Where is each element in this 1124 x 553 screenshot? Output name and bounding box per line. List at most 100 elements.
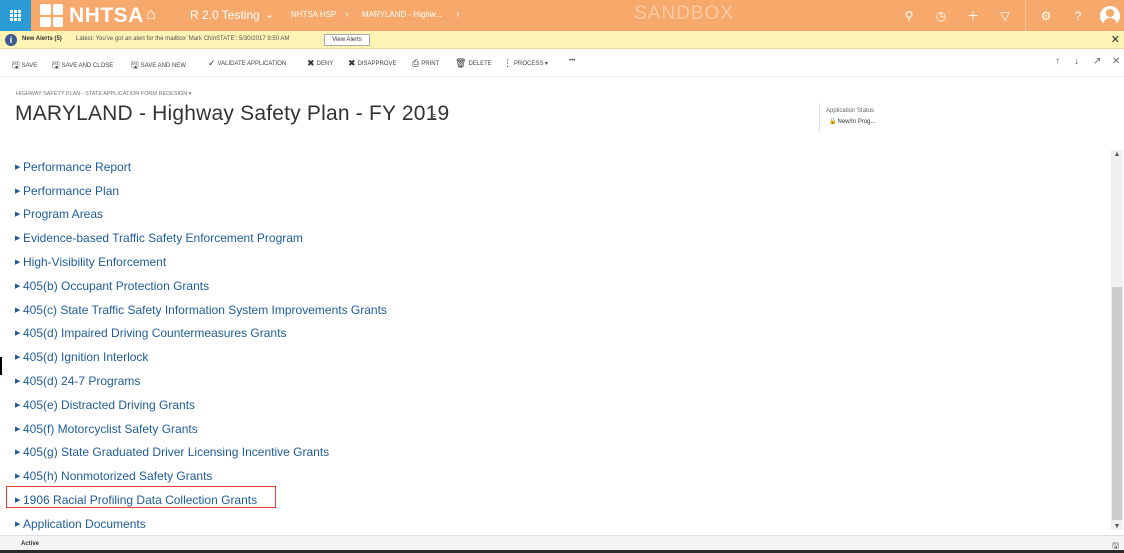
history-icon[interactable]: ◷ <box>925 9 957 23</box>
section-405f[interactable]: ▶ 405(f) Motorcyclist Safety Grants <box>15 417 1105 441</box>
chevron-right-icon[interactable]: › <box>456 9 459 20</box>
chevron-right-icon: › <box>345 9 349 20</box>
alert-message: Latest: You've got an alert for the mail… <box>76 36 290 42</box>
highlight-box <box>6 486 276 508</box>
process-button[interactable]: ⋮ PROCESS ▾ <box>503 58 548 69</box>
section-label: 405(f) Motorcyclist Safety Grants <box>23 421 198 436</box>
section-405b[interactable]: ▶ 405(b) Occupant Protection Grants <box>15 274 1105 298</box>
delete-button[interactable]: 🗑 DELETE <box>455 58 492 69</box>
nhtsa-logo[interactable]: NHTSA <box>40 4 144 27</box>
alert-bar: i New Alerts (5) Latest: You've got an a… <box>0 31 1124 49</box>
section-program-areas[interactable]: ▶ Program Areas <box>15 203 1105 227</box>
section-405c[interactable]: ▶ 405(c) State Traffic Safety Information… <box>15 298 1105 322</box>
print-icon: ⎙ <box>412 58 420 68</box>
process-label: PROCESS <box>514 61 544 67</box>
caret-right-icon: ▶ <box>15 163 21 171</box>
section-405d-impaired[interactable]: ▶ 405(d) Impaired Driving Countermeasures… <box>15 322 1105 346</box>
trash-icon: 🗑 <box>455 58 467 68</box>
section-label: 405(h) Nonmotorized Safety Grants <box>23 469 213 484</box>
scroll-down-icon[interactable]: ▼ <box>1111 523 1123 530</box>
save-close-icon: 🖫 <box>52 60 60 70</box>
section-performance-plan[interactable]: ▶ Performance Plan <box>15 179 1105 203</box>
caret-right-icon: ▶ <box>15 306 21 314</box>
section-label: Performance Report <box>23 159 132 174</box>
save-and-close-button[interactable]: 🖫 SAVE AND CLOSE <box>52 58 113 74</box>
caret-right-icon: ▶ <box>15 330 21 338</box>
alert-title: New Alerts (5) <box>22 36 62 42</box>
form-selector[interactable]: HIGHWAY SAFETY PLAN - STATE APPLICATION … <box>16 91 192 97</box>
section-label: 405(g) State Graduated Driver Licensing … <box>23 445 330 460</box>
section-evidence-based-enforcement[interactable]: ▶ Evidence-based Traffic Safety Enforceme… <box>15 226 1105 250</box>
cursor-mark <box>0 357 2 375</box>
section-label: Performance Plan <box>23 183 120 198</box>
plus-icon[interactable]: ＋ <box>957 7 989 24</box>
status-text: New/In Prog... <box>837 119 876 125</box>
arrow-down-icon[interactable]: ↓ <box>1074 56 1079 67</box>
section-405g[interactable]: ▶ 405(g) State Graduated Driver Licensing… <box>15 441 1105 465</box>
arrow-up-icon[interactable]: ↑ <box>1055 56 1060 67</box>
caret-right-icon: ▶ <box>15 378 21 386</box>
environment-label: SANDBOX <box>634 3 734 24</box>
scroll-up-icon[interactable]: ▲ <box>1111 151 1123 158</box>
section-label: 405(d) Ignition Interlock <box>23 350 149 365</box>
menu-icon[interactable]: ≡ <box>430 111 436 123</box>
caret-right-icon: ▶ <box>15 187 21 195</box>
help-icon[interactable]: ? <box>1062 9 1094 23</box>
save-and-new-button[interactable]: 🖫 SAVE AND NEW <box>131 58 186 74</box>
disapprove-button[interactable]: ✖ DISAPPROVE <box>348 58 397 69</box>
caret-right-icon: ▶ <box>15 425 21 433</box>
section-405e[interactable]: ▶ 405(e) Distracted Driving Grants <box>15 393 1105 417</box>
view-alerts-button[interactable]: View Alerts <box>324 34 370 46</box>
deny-icon: ✖ <box>307 58 315 68</box>
app-name[interactable]: R 2.0 Testing <box>190 8 260 22</box>
gear-icon[interactable]: ⚙ <box>1030 9 1062 23</box>
process-icon: ⋮ <box>503 58 512 68</box>
search-icon[interactable]: ⚲ <box>893 9 925 23</box>
section-application-documents[interactable]: ▶ Application Documents <box>15 512 1105 536</box>
caret-right-icon: ▶ <box>15 473 21 481</box>
caret-right-icon: ▶ <box>15 354 21 362</box>
section-list: ▶ Performance Report ▶ Performance Plan ▶ P… <box>15 155 1105 536</box>
caret-right-icon: ▶ <box>15 259 21 267</box>
disapprove-label: DISAPPROVE <box>357 61 397 67</box>
validate-icon: ✓ <box>208 58 216 68</box>
page-title: MARYLAND - Highway Safety Plan - FY 2019 <box>15 102 450 125</box>
section-label: Program Areas <box>23 207 104 222</box>
expand-icon[interactable]: ↗ <box>1093 56 1101 67</box>
breadcrumb-area[interactable]: NHTSA HSP <box>291 10 336 19</box>
deny-button[interactable]: ✖ DENY <box>307 58 333 69</box>
section-405d-24-7[interactable]: ▶ 405(d) 24-7 Programs <box>15 369 1105 393</box>
divider <box>819 103 820 131</box>
chevron-down-icon[interactable]: ⌄ <box>265 8 274 21</box>
section-label: Application Documents <box>23 516 146 531</box>
validate-application-button[interactable]: ✓ VALIDATE APPLICATION <box>208 58 286 69</box>
save-close-label: SAVE AND CLOSE <box>61 63 114 69</box>
close-icon[interactable]: ✕ <box>1111 33 1120 46</box>
breadcrumb-record[interactable]: MARYLAND - Highw... <box>362 10 442 19</box>
top-nav-bar: NHTSA ⌂ R 2.0 Testing ⌄ NHTSA HSP › MARY… <box>0 0 1124 31</box>
filter-icon[interactable]: ▽ <box>989 9 1021 23</box>
caret-right-icon: ▶ <box>15 401 21 409</box>
print-label: PRINT <box>421 61 440 67</box>
lock-icon: 🔒 <box>829 119 837 125</box>
home-icon[interactable]: ⌂ <box>146 6 156 24</box>
close-icon[interactable]: ✕ <box>1112 56 1120 67</box>
section-label: 405(d) Impaired Driving Countermeasures … <box>23 326 287 341</box>
section-405h[interactable]: ▶ 405(h) Nonmotorized Safety Grants <box>15 464 1105 488</box>
scrollbar-thumb[interactable] <box>1112 287 1122 520</box>
caret-right-icon: ▶ <box>15 282 21 290</box>
save-icon: 🖫 <box>12 60 20 70</box>
apps-icon[interactable] <box>0 0 31 31</box>
print-button[interactable]: ⎙ PRINT <box>412 58 439 69</box>
save-button[interactable]: 🖫 SAVE <box>12 58 37 74</box>
section-label: 405(e) Distracted Driving Grants <box>23 397 196 412</box>
user-icon[interactable] <box>1100 5 1120 26</box>
section-405d-ignition[interactable]: ▶ 405(d) Ignition Interlock <box>15 345 1105 369</box>
more-commands-button[interactable]: ••• <box>569 58 575 64</box>
section-performance-report[interactable]: ▶ Performance Report <box>15 155 1105 179</box>
validate-label: VALIDATE APPLICATION <box>217 61 287 67</box>
section-label: 405(d) 24-7 Programs <box>23 374 141 389</box>
logo-text: NHTSA <box>69 3 144 27</box>
section-high-visibility-enforcement[interactable]: ▶ High-Visibility Enforcement <box>15 250 1105 274</box>
save-new-label: SAVE AND NEW <box>140 63 186 69</box>
